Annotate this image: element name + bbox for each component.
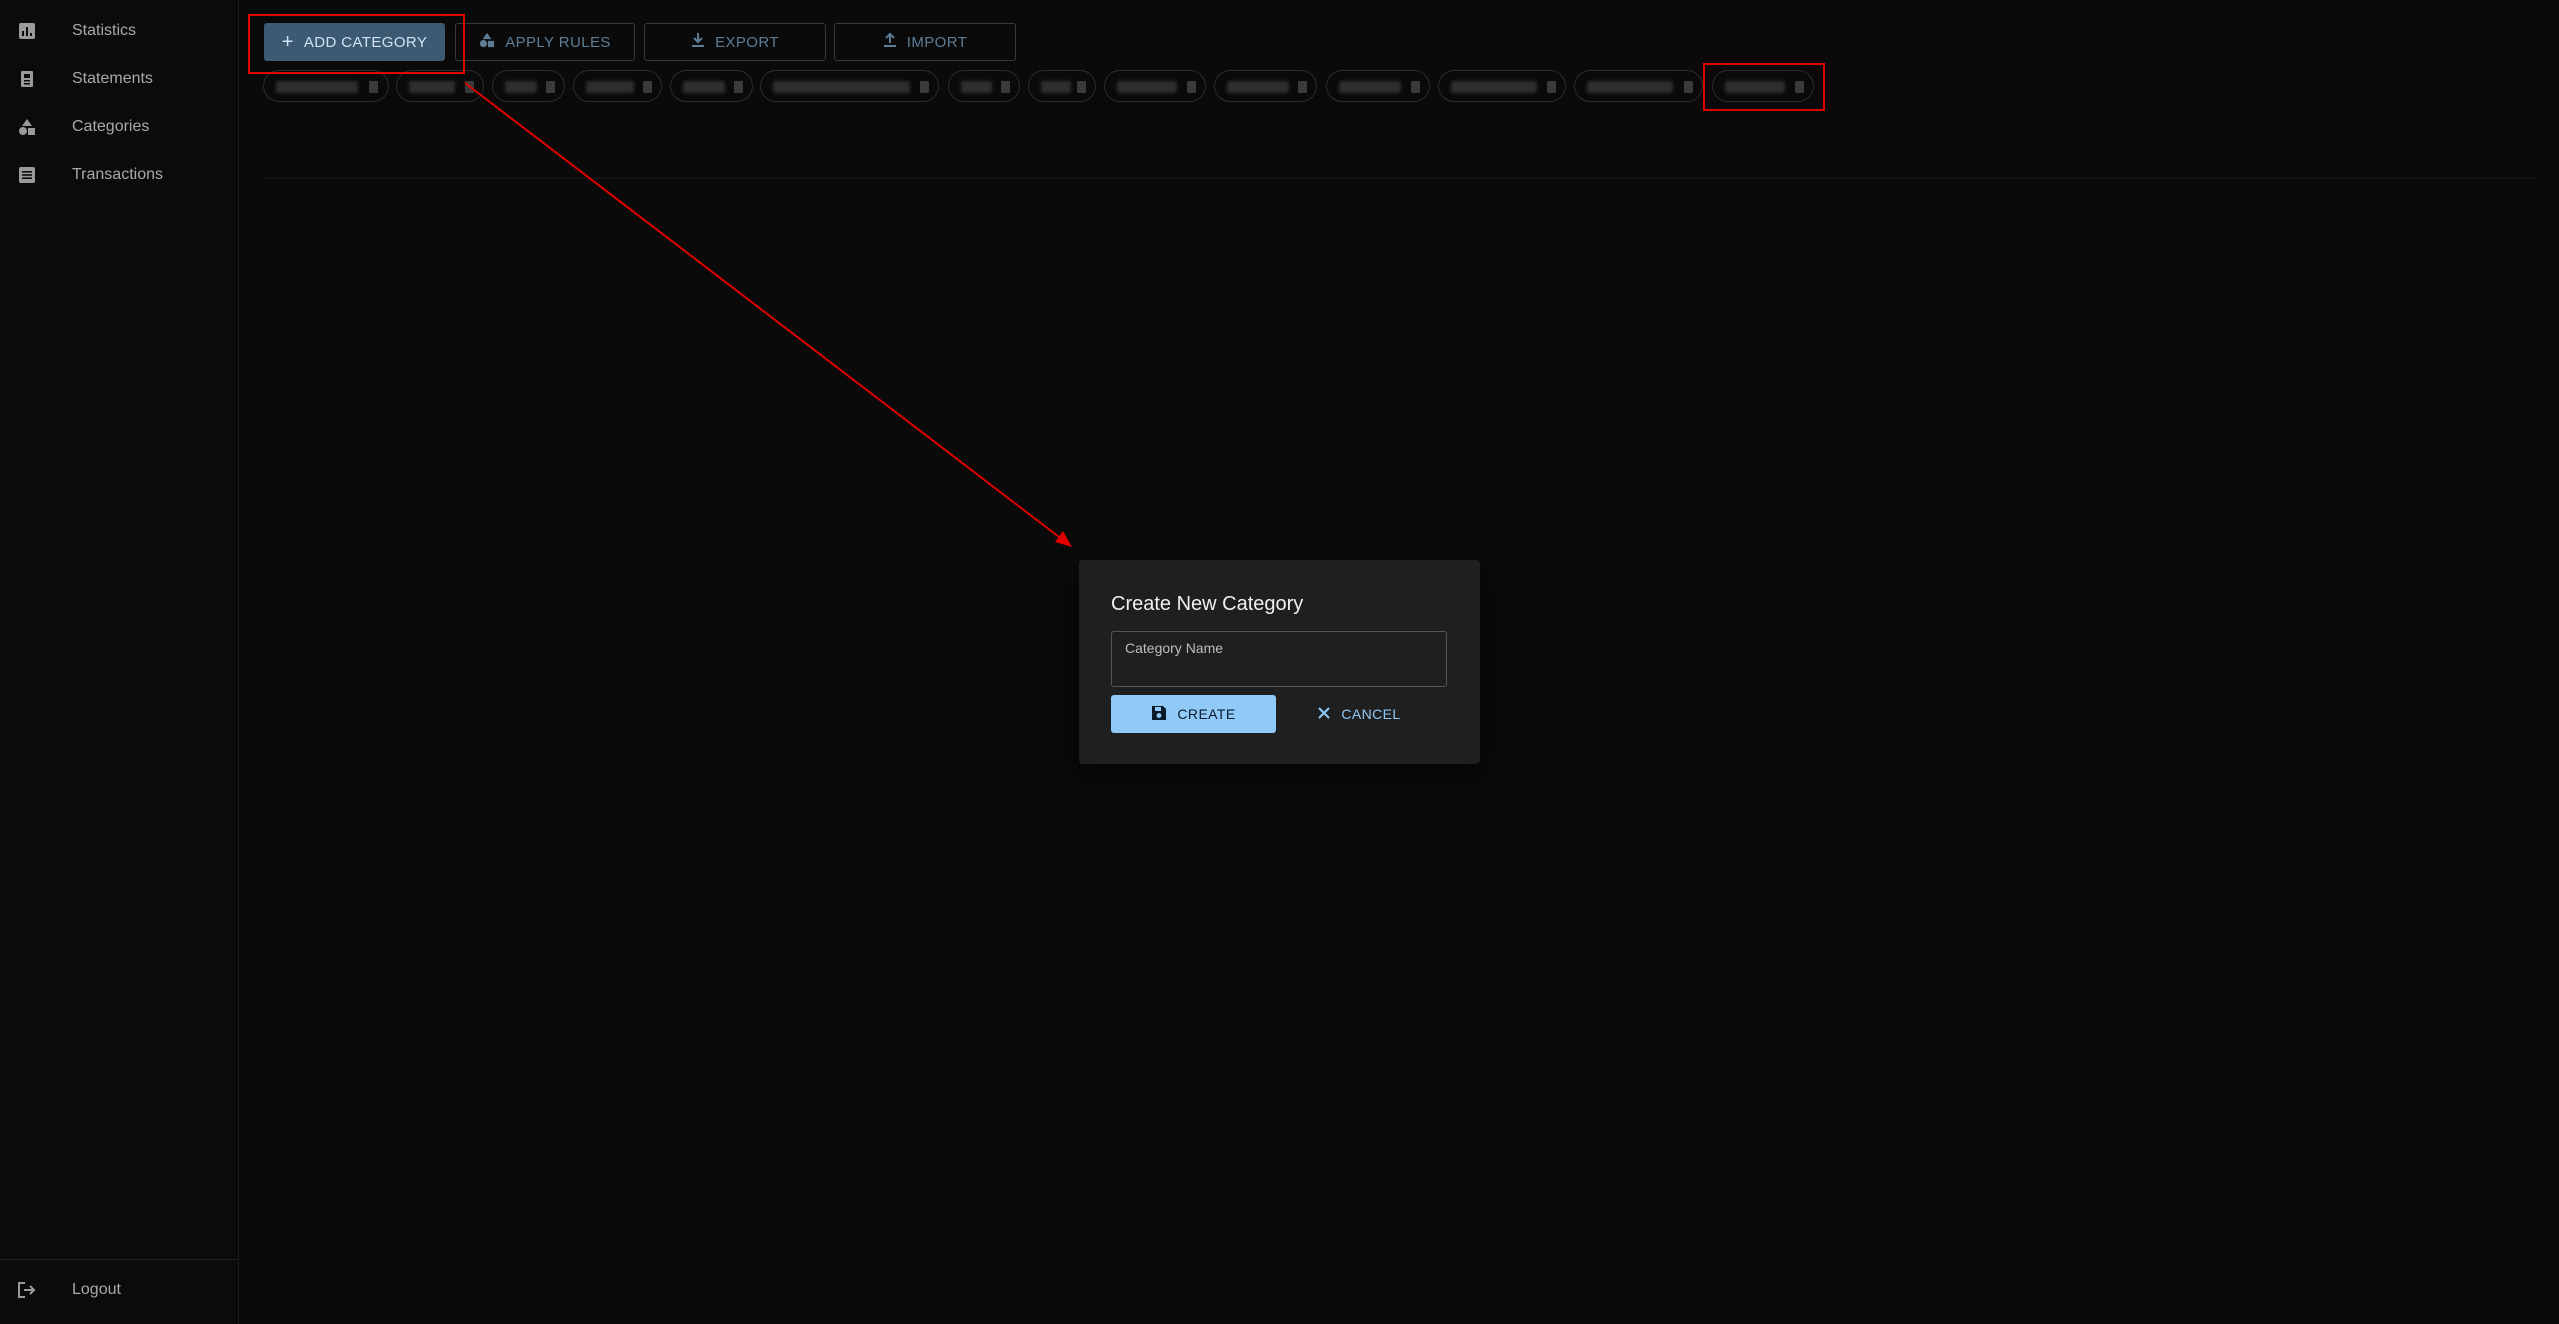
logout-label: Logout [72,1281,121,1298]
delete-icon [1411,81,1420,93]
divider [0,1259,238,1260]
sidebar-item-categories[interactable]: Categories [0,103,238,151]
statements-icon [17,69,37,89]
save-icon [1151,705,1167,724]
category-chip[interactable] [1574,70,1703,102]
category-chip[interactable] [396,70,484,102]
apply-rules-button[interactable]: APPLY RULES [455,23,635,61]
upload-icon [883,32,897,52]
delete-icon [1684,81,1693,93]
category-chip[interactable] [263,70,389,102]
statistics-icon [17,21,37,41]
category-name-field[interactable]: Category Name [1111,631,1447,687]
sidebar-item-label: Statistics [72,22,137,39]
import-button[interactable]: IMPORT [834,23,1016,61]
delete-icon [465,81,474,93]
sidebar: Statistics Statements Categories Transac… [0,0,239,1324]
delete-icon [546,81,555,93]
delete-icon [369,81,378,93]
cancel-button[interactable]: CANCEL [1304,695,1414,733]
create-button[interactable]: CREATE [1111,695,1276,733]
add-category-button[interactable]: + ADD CATEGORY [264,23,445,61]
sidebar-item-label: Transactions [72,166,163,183]
delete-icon [1077,81,1086,93]
logout-icon [17,1280,37,1300]
delete-icon [643,81,652,93]
delete-icon [1547,81,1556,93]
logout-button[interactable]: Logout [0,1266,238,1314]
category-chip[interactable] [1104,70,1206,102]
category-chip[interactable] [492,70,565,102]
category-chip[interactable] [1214,70,1317,102]
category-chip[interactable] [1326,70,1430,102]
delete-icon [1187,81,1196,93]
transactions-icon [17,165,37,185]
category-chip[interactable] [760,70,939,102]
export-button[interactable]: EXPORT [644,23,826,61]
delete-icon [1298,81,1307,93]
categories-icon [479,32,495,52]
sidebar-item-statistics[interactable]: Statistics [0,7,238,55]
plus-icon: + [281,31,294,53]
category-chip[interactable] [948,70,1020,102]
delete-icon [920,81,929,93]
content-divider [262,178,2534,179]
sidebar-item-label: Categories [72,118,150,135]
categories-icon [17,117,37,137]
sidebar-item-label: Statements [72,70,153,87]
delete-icon [734,81,743,93]
dialog-title: Create New Category [1111,593,1304,615]
category-chip[interactable] [1028,70,1096,102]
create-category-dialog: Create New Category Category Name CREATE… [1079,560,1480,764]
close-icon [1317,706,1331,723]
delete-icon [1795,81,1804,93]
sidebar-item-transactions[interactable]: Transactions [0,151,238,199]
category-name-input[interactable] [1125,660,1437,684]
sidebar-item-statements[interactable]: Statements [0,55,238,103]
category-chip[interactable] [1438,70,1566,102]
category-name-label: Category Name [1125,640,1224,656]
category-chip[interactable] [1712,70,1814,102]
download-icon [691,32,705,52]
category-chip[interactable] [573,70,662,102]
delete-icon [1001,81,1010,93]
category-chip[interactable] [670,70,753,102]
